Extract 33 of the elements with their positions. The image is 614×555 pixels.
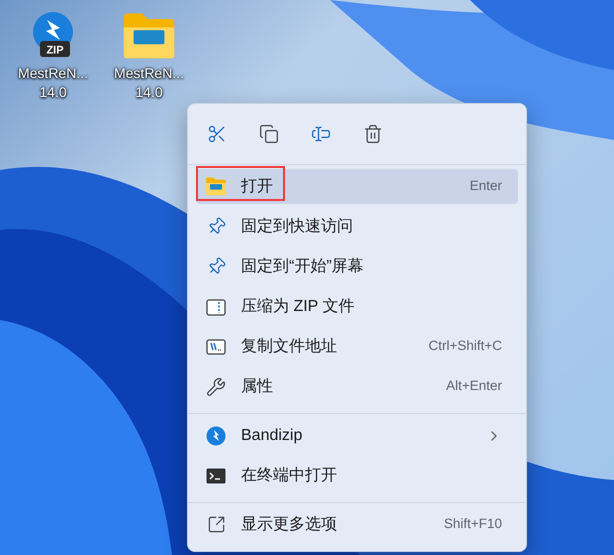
- terminal-icon: [206, 468, 226, 484]
- menu-item-label: 打开: [241, 176, 273, 196]
- menu-item[interactable]: 固定到“开始”屏幕: [196, 249, 518, 284]
- cut-icon[interactable]: [207, 124, 227, 144]
- menu-item[interactable]: 在终端中打开: [196, 458, 518, 493]
- shortcut-text: Alt+Enter: [446, 377, 502, 396]
- menu-item[interactable]: 压缩为 ZIP 文件: [196, 289, 518, 324]
- menu-item[interactable]: 属性 Alt+Enter: [196, 369, 518, 404]
- menu-item[interactable]: Bandizip: [196, 418, 518, 453]
- menu-item-label: Bandizip: [241, 426, 302, 446]
- rename-icon[interactable]: [311, 124, 331, 144]
- lightning-circle-icon: [206, 426, 226, 446]
- shortcut-text: Ctrl+Shift+C: [428, 337, 502, 356]
- menu-item[interactable]: 显示更多选项 Shift+F10: [196, 507, 518, 542]
- zip-folder-icon: [206, 298, 226, 316]
- menu-item-label: 复制文件地址: [241, 336, 337, 356]
- folder-icon: [205, 177, 227, 196]
- menu-item-label: 在终端中打开: [241, 466, 337, 486]
- menu-item-label: 压缩为 ZIP 文件: [241, 296, 354, 316]
- wrench-icon: [206, 376, 226, 396]
- menu-item[interactable]: 固定到快速访问: [196, 209, 518, 244]
- copy-icon[interactable]: [259, 124, 279, 144]
- menu-item[interactable]: 打开 Enter: [196, 169, 518, 204]
- shortcut-text: Shift+F10: [444, 515, 502, 534]
- path-icon: [206, 338, 226, 354]
- expand-icon: [206, 515, 226, 534]
- menu-item-label: 固定到快速访问: [241, 216, 353, 236]
- menu-item[interactable]: 复制文件地址 Ctrl+Shift+C: [196, 329, 518, 364]
- menu-item-label: 固定到“开始”屏幕: [241, 256, 364, 276]
- menu-item-label: 显示更多选项: [241, 514, 337, 534]
- delete-icon[interactable]: [363, 124, 383, 144]
- shortcut-text: Enter: [470, 177, 502, 196]
- menu-item-label: 属性: [241, 376, 273, 396]
